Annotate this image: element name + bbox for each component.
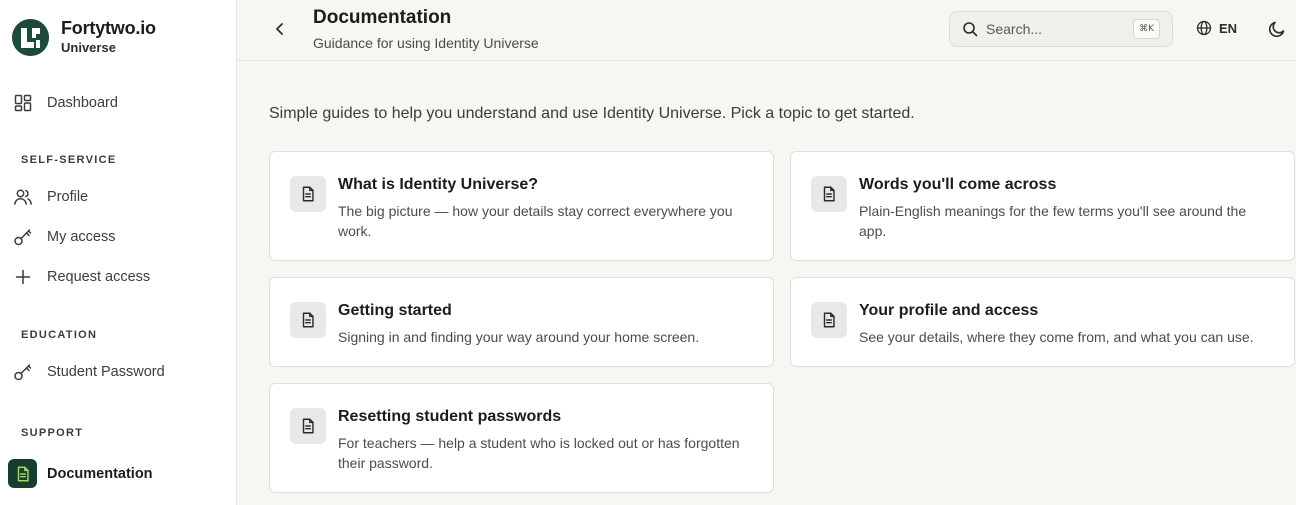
brand-name: Fortytwo.io [61,18,156,38]
document-icon [8,459,37,488]
brand-subtitle: Universe [61,40,116,55]
page-title: Documentation [313,7,452,28]
doc-card-getting-started[interactable]: Getting started Signing in and finding y… [269,277,774,367]
sidebar: Fortytwo.io Universe Dashboard SELF-SERV… [0,0,237,505]
search-box[interactable]: ⌘K [949,11,1173,47]
grid-icon [12,92,34,114]
card-title: Getting started [338,302,452,319]
card-title: What is Identity Universe? [338,176,539,193]
section-label-self-service: SELF-SERVICE [21,154,117,166]
sidebar-item-documentation[interactable]: Documentation [8,459,153,488]
sidebar-item-my-access[interactable]: My access [12,225,116,249]
document-icon [290,408,326,444]
doc-card-words[interactable]: Words you'll come across Plain-English m… [790,151,1295,261]
sidebar-item-dashboard[interactable]: Dashboard [12,91,118,115]
card-description: Plain-English meanings for the few terms… [859,203,1247,239]
section-label-education: EDUCATION [21,329,98,341]
shortcut-badge: ⌘K [1133,19,1160,39]
plus-icon [12,266,34,288]
document-icon [811,302,847,338]
sidebar-item-label: Request access [47,269,151,285]
users-icon [12,186,34,208]
card-description: For teachers — help a student who is loc… [338,435,740,471]
card-title: Resetting student passwords [338,408,562,425]
sidebar-item-label: Student Password [47,364,165,380]
sidebar-item-label: Dashboard [47,95,118,111]
back-button[interactable] [269,18,291,40]
card-description: The big picture — how your details stay … [338,203,733,239]
moon-icon [1268,21,1285,38]
document-icon [811,176,847,212]
brand-logo [12,19,49,56]
doc-card-resetting-student-passwords[interactable]: Resetting student passwords For teachers… [269,383,774,493]
sidebar-item-request-access[interactable]: Request access [12,265,150,289]
section-label-support: SUPPORT [21,427,84,439]
document-icon [290,302,326,338]
theme-toggle-button[interactable] [1266,18,1288,40]
sidebar-item-student-password[interactable]: Student Password [12,360,165,384]
page-subtitle: Guidance for using Identity Universe [313,35,539,51]
top-bar: Documentation Guidance for using Identit… [237,0,1296,61]
card-title: Words you'll come across [859,176,1057,193]
card-description: Signing in and finding your way around y… [338,329,700,345]
sidebar-item-label: Profile [47,189,89,205]
key-icon [12,361,34,383]
doc-card-profile-and-access[interactable]: Your profile and access See your details… [790,277,1295,367]
card-title: Your profile and access [859,302,1039,319]
chevron-left-icon [276,23,283,35]
document-icon [290,176,326,212]
globe-icon [1196,19,1214,37]
sidebar-item-label: My access [47,229,116,245]
language-switcher[interactable]: EN [1196,19,1237,37]
key-icon [12,226,34,248]
doc-card-what-is-identity-universe[interactable]: What is Identity Universe? The big pictu… [269,151,774,261]
language-label: EN [1219,20,1238,36]
search-input[interactable] [986,21,1126,37]
sidebar-item-label: Documentation [47,465,153,482]
brand[interactable]: Fortytwo.io Universe [12,18,156,57]
intro-text: Simple guides to help you understand and… [269,105,915,122]
sidebar-item-profile[interactable]: Profile [12,185,88,209]
search-icon [962,20,980,38]
card-description: See your details, where they come from, … [859,329,1254,345]
